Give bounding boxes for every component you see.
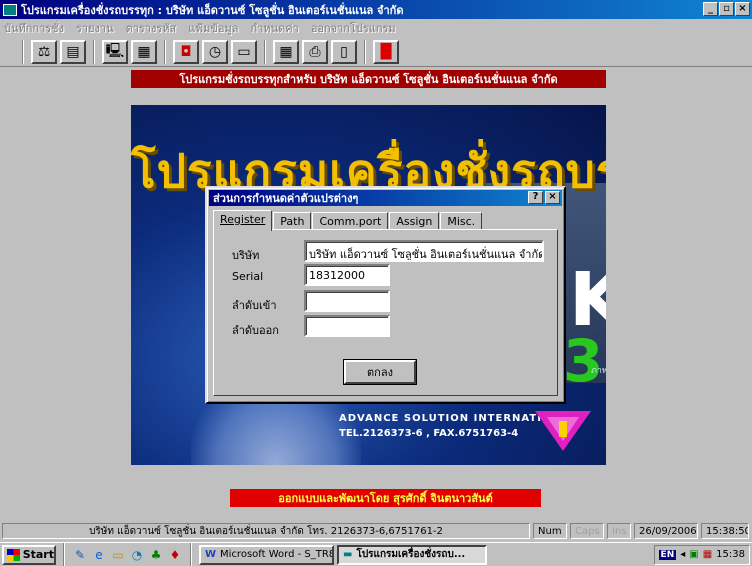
serial-label: Serial <box>232 270 264 283</box>
add-record-button[interactable]: ◘ <box>173 39 199 64</box>
exit-icon: █ <box>380 43 392 60</box>
serial-field[interactable]: 18312000 <box>304 264 390 286</box>
menu-bar: บันทึกการชั่ง รายงาน ตารางรหัส แฟ้มข้อมู… <box>0 19 752 37</box>
entry-sequence-label: ลำดับเข้า <box>232 299 277 312</box>
language-indicator[interactable]: EN <box>658 549 677 560</box>
status-date: 26/09/2006 <box>634 523 698 539</box>
status-bar: บริษัท แอ็ดวานซ์ โซลูชั่น อินเตอร์เนชั่น… <box>0 521 752 541</box>
quicklaunch-channel-icon[interactable]: ◔ <box>129 547 145 563</box>
tray-network-icon[interactable]: ▣ <box>689 549 698 560</box>
status-time: 15:38:50 <box>701 523 749 539</box>
scale-button[interactable]: ⚖ <box>31 39 57 64</box>
calendar-button[interactable]: ▭ <box>231 39 257 64</box>
status-caps: Caps <box>570 523 604 539</box>
app-task-icon: ▬ <box>343 549 353 560</box>
quicklaunch-tool-icon[interactable]: ♣ <box>148 547 164 563</box>
quicklaunch-browser-icon[interactable]: e <box>91 547 107 563</box>
exit-sequence-label: ลำดับออก <box>232 324 279 337</box>
calculator-icon: ▦ <box>279 43 293 60</box>
quicklaunch-edit-icon[interactable]: ✎ <box>72 547 88 563</box>
scale-icon: ⚖ <box>37 43 51 60</box>
calculator-button[interactable]: ▦ <box>273 39 299 64</box>
window-titlebar[interactable]: โปรแกรมเครื่องชั่งรถบรรทุก : บริษัท แอ็ด… <box>0 0 752 19</box>
exit-button[interactable]: █ <box>373 39 399 64</box>
start-button[interactable]: Start <box>2 544 56 565</box>
terminal-icon: ▦ <box>137 43 151 60</box>
menu-item-exit[interactable]: ออกจากโปรแกรม <box>311 19 396 37</box>
computer-button[interactable]: 🖳 <box>102 39 128 64</box>
start-label: Start <box>22 548 54 561</box>
computer-icon: 🖳 <box>105 42 125 59</box>
tray-volume-icon[interactable]: ◂ <box>680 549 685 560</box>
menu-item-report[interactable]: รายงาน <box>76 19 114 37</box>
company-logo-icon <box>535 411 591 451</box>
company-field[interactable]: บริษัท แอ็ดวานซ์ โซลูชั่น อินเตอร์เนชั่น… <box>304 240 544 262</box>
window-title: โปรแกรมเครื่องชั่งรถบรรทุก : บริษัท แอ็ด… <box>21 3 404 17</box>
document-icon: ▤ <box>66 43 80 60</box>
document-button[interactable]: ▤ <box>60 39 86 64</box>
status-ins: Ins <box>607 523 631 539</box>
taskbar: Start ✎ e ▭ ◔ ♣ ♦ W Microsoft Word - S_T… <box>0 542 752 566</box>
company-banner: โปรแกรมชั่งรถบรรทุกสำหรับ บริษัท แอ็ดวาน… <box>131 70 606 88</box>
dialog-title: ส่วนการกำหนดค่าตัวแปรต่างๆ <box>213 192 359 205</box>
menu-item-codes[interactable]: ตารางรหัส <box>126 19 177 37</box>
entry-sequence-field[interactable] <box>304 290 390 312</box>
dialog-close-button[interactable]: × <box>545 191 560 204</box>
ok-button[interactable]: ตกลง <box>344 360 416 384</box>
tab-comm-port[interactable]: Comm.port <box>312 212 389 230</box>
dialog-titlebar[interactable]: ส่วนการกำหนดค่าตัวแปรต่างๆ ? × <box>209 190 562 206</box>
add-record-icon: ◘ <box>180 43 192 60</box>
company-label: บริษัท <box>232 249 260 262</box>
tray-clock[interactable]: 15:38 <box>716 549 745 560</box>
tab-path[interactable]: Path <box>273 212 312 230</box>
tab-misc[interactable]: Misc. <box>440 212 483 230</box>
print-button[interactable]: ⎙ <box>302 39 328 64</box>
toolbar-separator <box>22 39 24 64</box>
tray-app-icon[interactable]: ▦ <box>703 549 712 560</box>
notes-icon: ▯ <box>340 43 348 60</box>
toolbar-separator <box>164 39 166 64</box>
splash-small-text: ภาพ <box>591 366 606 376</box>
quicklaunch-folder-icon[interactable]: ▭ <box>110 547 126 563</box>
taskbar-word-button[interactable]: W Microsoft Word - S_TR83 <box>199 544 334 565</box>
quicklaunch-misc-icon[interactable]: ♦ <box>167 547 183 563</box>
toolbar-separator <box>264 39 266 64</box>
toolbar: ⚖ ▤ 🖳 ▦ ◘ ◷ ▭ ▦ ⎙ ▯ █ <box>0 37 752 67</box>
system-tray: EN ◂ ▣ ▦ 15:38 <box>653 544 750 565</box>
printer-icon: ⎙ <box>309 43 321 60</box>
calendar-icon: ▭ <box>237 43 251 60</box>
splash-version: 3.3 <box>563 327 606 395</box>
taskbar-separator <box>190 542 192 566</box>
status-company: บริษัท แอ็ดวานซ์ โซลูชั่น อินเตอร์เนชั่น… <box>2 523 530 539</box>
minimize-button[interactable]: _ <box>703 2 718 16</box>
splash-telephone: TEL.2126373-6 , FAX.6751763-4 <box>339 428 519 439</box>
dialog-help-button[interactable]: ? <box>528 191 543 204</box>
windows-logo-icon <box>7 548 20 561</box>
developer-credit: ออกแบบและพัฒนาโดย สุรศักดิ์ จินตนาวสันต์ <box>230 489 541 507</box>
menu-item-weigh[interactable]: บันทึกการชั่ง <box>4 19 64 37</box>
taskbar-word-label: Microsoft Word - S_TR83 <box>220 549 334 560</box>
maximize-button[interactable]: ▫ <box>719 2 734 16</box>
word-icon: W <box>205 549 217 560</box>
toolbar-separator <box>364 39 366 64</box>
dialog-tabs: Register Path Comm.port Assign Misc. <box>213 210 483 231</box>
menu-item-files[interactable]: แฟ้มข้อมูล <box>188 19 238 37</box>
tab-register[interactable]: Register <box>213 210 273 231</box>
menu-item-settings[interactable]: กำหนดค่า <box>251 19 299 37</box>
tab-assign[interactable]: Assign <box>389 212 440 230</box>
clock-icon: ◷ <box>208 43 222 60</box>
exit-sequence-field[interactable] <box>304 315 390 337</box>
taskbar-truckscale-button[interactable]: ▬ โปรแกรมเครื่องชั่งรถบ... <box>337 544 487 565</box>
taskbar-truckscale-label: โปรแกรมเครื่องชั่งรถบ... <box>356 549 466 560</box>
toolbar-separator <box>93 39 95 64</box>
notes-button[interactable]: ▯ <box>331 39 357 64</box>
close-button[interactable]: × <box>735 2 750 16</box>
settings-dialog: ส่วนการกำหนดค่าตัวแปรต่างๆ ? × Register … <box>205 186 566 404</box>
app-icon <box>3 3 17 16</box>
clock-button[interactable]: ◷ <box>202 39 228 64</box>
register-tab-panel: บริษัท บริษัท แอ็ดวานซ์ โซลูชั่น อินเตอร… <box>213 229 558 396</box>
status-num: Num <box>533 523 567 539</box>
terminal-button[interactable]: ▦ <box>131 39 157 64</box>
taskbar-separator <box>63 542 65 566</box>
